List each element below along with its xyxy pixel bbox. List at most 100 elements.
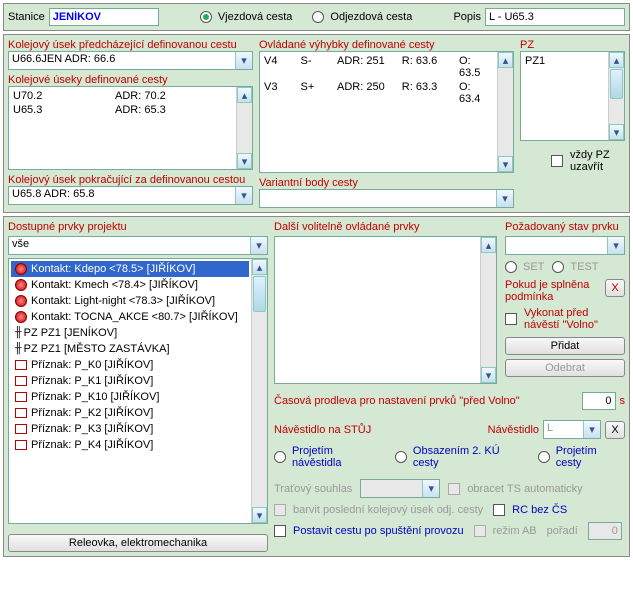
checkbox-icon — [448, 483, 460, 495]
pz-check[interactable]: vždy PZ uzavřít — [520, 149, 625, 173]
bullet-icon — [15, 263, 27, 275]
scrollbar[interactable]: ▴▾ — [497, 52, 513, 172]
list-item-label: Příznak: P_K4 [JIŘÍKOV] — [31, 439, 153, 451]
scrollbar[interactable]: ▴▾ — [251, 259, 267, 523]
chevron-down-icon[interactable]: ▾ — [235, 187, 252, 204]
list-item[interactable]: Příznak: P_K0 [JIŘÍKOV] — [11, 357, 249, 373]
scroll-down-icon[interactable]: ▾ — [237, 153, 252, 169]
radio-icon — [395, 451, 407, 463]
scroll-thumb[interactable] — [610, 69, 623, 99]
scroll-down-icon[interactable]: ▾ — [481, 367, 496, 383]
list-item-label: Kontakt: Kmech <78.4> [JIŘÍKOV] — [31, 279, 198, 291]
stanice-input[interactable] — [49, 8, 159, 26]
list-item[interactable]: ╫ PZ PZ1 [MĚSTO ZASTÁVKA] — [11, 341, 249, 357]
list-item[interactable]: Příznak: P_K4 [JIŘÍKOV] — [11, 437, 249, 453]
postavit-check[interactable]: Postavit cestu po spuštění provozu — [274, 525, 464, 537]
dostupne-combo[interactable]: vše▾ — [8, 236, 268, 255]
projetim-cesty-radio[interactable]: Projetím cesty — [538, 445, 625, 469]
list-item[interactable]: Příznak: P_K10 [JIŘÍKOV] — [11, 389, 249, 405]
scrollbar[interactable]: ▴▾ — [480, 237, 496, 383]
chevron-down-icon[interactable]: ▾ — [583, 421, 600, 438]
list-item-label: PZ PZ1 [MĚSTO ZASTÁVKA] — [24, 343, 170, 355]
list-item[interactable]: PZ1 — [523, 54, 606, 68]
checkbox-icon — [274, 504, 286, 516]
list-item[interactable]: U70.2ADR: 70.2 — [11, 89, 234, 103]
kol-def-list[interactable]: U70.2ADR: 70.2 U65.3ADR: 65.3 ▴▾ — [8, 86, 253, 170]
scroll-up-icon[interactable]: ▴ — [252, 259, 267, 275]
clear-condition-button[interactable]: X — [605, 279, 625, 297]
scroll-down-icon[interactable]: ▾ — [252, 507, 267, 523]
test-radio: TEST — [552, 261, 598, 273]
chevron-down-icon[interactable]: ▾ — [607, 237, 624, 254]
odebrat-button: Odebrat — [505, 359, 625, 377]
dalsi-list[interactable]: ▴▾ — [274, 236, 497, 384]
chevron-down-icon[interactable]: ▾ — [235, 52, 252, 69]
list-item[interactable]: U65.3ADR: 65.3 — [11, 103, 234, 117]
bullet-icon — [15, 311, 27, 323]
list-item-label: PZ PZ1 [JENÍKOV] — [24, 327, 118, 339]
bullet-icon — [15, 279, 27, 291]
radio-on-icon — [200, 11, 212, 23]
poradi-label: pořadí — [547, 525, 578, 537]
list-item[interactable]: Kontakt: Light-night <78.3> [JIŘÍKOV] — [11, 293, 249, 309]
list-item[interactable]: Kontakt: Kdepo <78.5> [JIŘÍKOV] — [11, 261, 249, 277]
vykonat-check[interactable]: Vykonat před návěstí "Volno" — [505, 307, 625, 331]
flag-icon — [15, 360, 27, 370]
scroll-down-icon[interactable]: ▾ — [498, 156, 513, 172]
vyhybky-list[interactable]: V4S-ADR: 251R: 63.6O: 63.5 V3S+ADR: 250R… — [259, 51, 514, 173]
pz-icon: ╫ — [15, 343, 20, 355]
kol-pred-combo[interactable]: U66.6JEN ADR: 66.6▾ — [8, 51, 253, 70]
pridat-button[interactable]: Přidat — [505, 337, 625, 355]
scroll-up-icon[interactable]: ▴ — [498, 52, 513, 68]
variantni-combo[interactable]: ▾ — [259, 189, 514, 208]
pz-label: PZ — [520, 39, 625, 51]
casova-input[interactable] — [582, 392, 616, 410]
kol-pokr-combo[interactable]: U65.8 ADR: 65.8▾ — [8, 186, 253, 205]
list-item[interactable]: Kontakt: Kmech <78.4> [JIŘÍKOV] — [11, 277, 249, 293]
pokud-label: Pokud je splněna podmínka — [505, 279, 601, 303]
list-item[interactable]: Příznak: P_K1 [JIŘÍKOV] — [11, 373, 249, 389]
list-item[interactable]: ╫ PZ PZ1 [JENÍKOV] — [11, 325, 249, 341]
list-item-label: Příznak: P_K3 [JIŘÍKOV] — [31, 423, 153, 435]
scroll-thumb[interactable] — [253, 276, 266, 312]
list-item[interactable]: V3S+ADR: 250R: 63.3O: 63.4 — [262, 80, 495, 106]
rezim-check: režim AB — [474, 525, 537, 537]
dalsi-label: Další volitelně ovládané prvky — [274, 221, 497, 233]
dostupne-list[interactable]: Kontakt: Kdepo <78.5> [JIŘÍKOV] Kontakt: … — [8, 258, 268, 524]
kol-pokr-label: Kolejový úsek pokračující za definovanou… — [8, 174, 253, 186]
casova-unit: s — [620, 395, 626, 407]
navestidlo-combo[interactable]: L▾ — [543, 420, 601, 439]
chevron-down-icon[interactable]: ▾ — [250, 237, 267, 254]
scroll-up-icon[interactable]: ▴ — [237, 87, 252, 103]
popis-label: Popis — [453, 11, 481, 23]
scroll-down-icon[interactable]: ▾ — [609, 124, 624, 140]
odjezdova-radio[interactable]: Odjezdová cesta — [312, 11, 412, 23]
popis-input[interactable] — [485, 8, 625, 26]
stav-combo[interactable]: ▾ — [505, 236, 625, 255]
pz-list[interactable]: PZ1 ▴▾ — [520, 51, 625, 141]
chevron-down-icon[interactable]: ▾ — [496, 190, 513, 207]
list-item[interactable]: Příznak: P_K2 [JIŘÍKOV] — [11, 405, 249, 421]
section-tracks: Kolejový úsek předcházející definovanou … — [3, 34, 630, 213]
tratovy-label: Traťový souhlas — [274, 483, 352, 495]
list-item-label: Příznak: P_K0 [JIŘÍKOV] — [31, 359, 153, 371]
list-item-label: Kontakt: Kdepo <78.5> [JIŘÍKOV] — [31, 263, 196, 275]
vjezdova-radio[interactable]: Vjezdová cesta — [200, 11, 293, 23]
obsazenim-radio[interactable]: Obsazením 2. KÚ cesty — [395, 445, 528, 469]
releovka-button[interactable]: Releovka, elektromechanika — [8, 534, 268, 552]
rc-check[interactable]: RC bez ČS — [493, 504, 567, 516]
list-item[interactable]: V4S-ADR: 251R: 63.6O: 63.5 — [262, 54, 495, 80]
clear-navestidlo-button[interactable]: X — [605, 421, 625, 439]
radio-icon — [274, 451, 286, 463]
flag-icon — [15, 376, 27, 386]
projetim-nav-radio[interactable]: Projetím návěstidla — [274, 445, 385, 469]
list-item[interactable]: Příznak: P_K3 [JIŘÍKOV] — [11, 421, 249, 437]
scrollbar[interactable]: ▴▾ — [236, 87, 252, 169]
list-item[interactable]: Kontakt: TOCNA_AKCE <80.7> [JIŘÍKOV] — [11, 309, 249, 325]
pozadovany-label: Požadovaný stav prvku — [505, 221, 625, 233]
scroll-up-icon[interactable]: ▴ — [609, 52, 624, 68]
vyhybky-label: Ovládané výhybky definované cesty — [259, 39, 514, 51]
pz-icon: ╫ — [15, 327, 20, 339]
scrollbar[interactable]: ▴▾ — [608, 52, 624, 140]
scroll-up-icon[interactable]: ▴ — [481, 237, 496, 253]
